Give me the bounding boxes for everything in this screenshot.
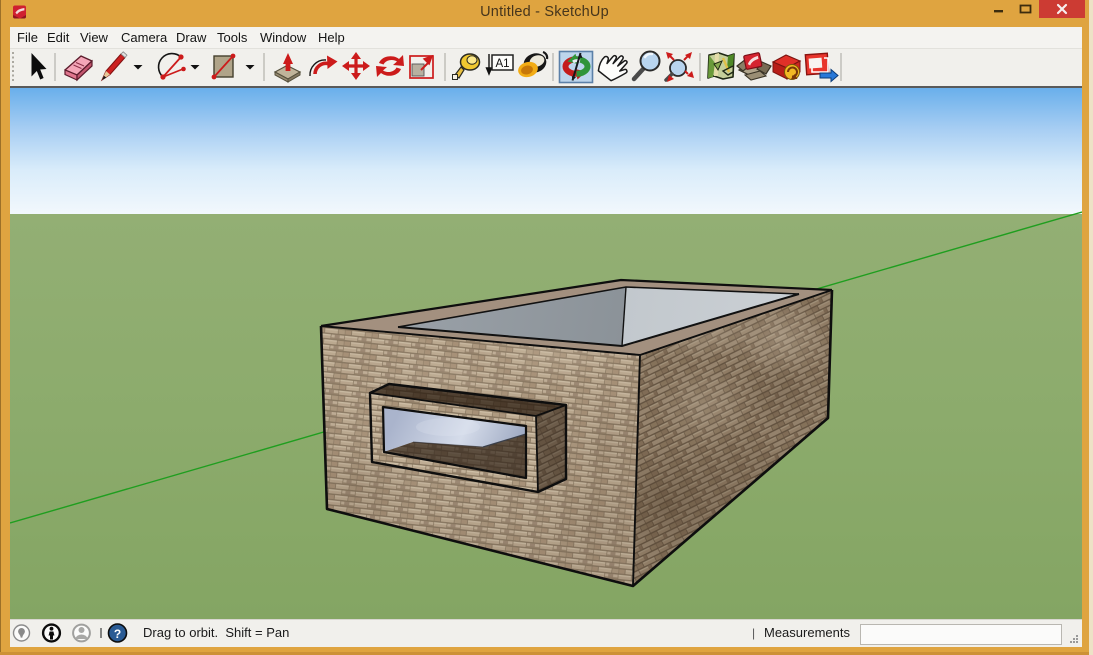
svg-text:A1: A1: [495, 58, 509, 70]
svg-text:?: ?: [114, 627, 121, 641]
